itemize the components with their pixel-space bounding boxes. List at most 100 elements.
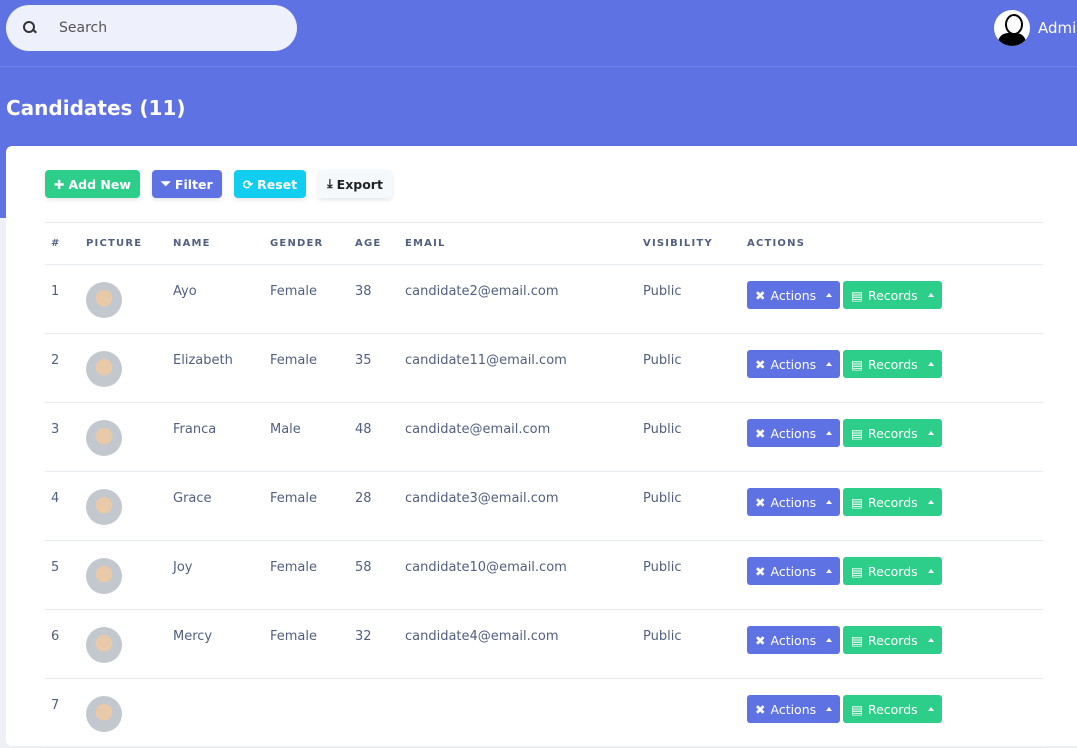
export-label: Export: [336, 176, 383, 192]
avatar: [994, 10, 1030, 46]
col-gender: GENDER: [264, 222, 349, 265]
refresh-icon: ⟳: [242, 176, 254, 192]
book-icon: ▤: [851, 563, 863, 579]
col-number: #: [45, 222, 80, 265]
actions-cell: ✖ Actions ▤ Records: [741, 333, 1043, 403]
records-dropdown-button[interactable]: ▤ Records: [843, 695, 942, 723]
picture-cell: [80, 402, 167, 472]
picture-cell: [80, 471, 167, 541]
candidate-email: candidate@email.com: [399, 402, 637, 472]
records-dropdown-button[interactable]: ▤ Records: [843, 419, 942, 447]
candidate-email: candidate4@email.com: [399, 609, 637, 679]
row-number: 6: [45, 609, 80, 679]
caret-up-icon: [927, 293, 934, 297]
actions-label: Actions: [770, 632, 817, 648]
records-dropdown-button[interactable]: ▤ Records: [843, 557, 942, 585]
col-picture: PICTURE: [80, 222, 167, 265]
download-icon: ⤓: [327, 176, 333, 191]
candidate-visibility: Public: [637, 333, 741, 403]
picture-cell: [80, 609, 167, 679]
candidate-picture: [86, 489, 122, 525]
table-row: 3 Franca Male 48 candidate@email.com Pub…: [45, 402, 1043, 472]
caret-up-icon: [826, 569, 833, 573]
candidate-picture: [86, 627, 122, 663]
actions-dropdown-button[interactable]: ✖ Actions: [747, 557, 841, 585]
plus-icon: ✚: [54, 176, 65, 192]
candidate-picture: [86, 351, 122, 387]
actions-label: Actions: [770, 356, 817, 372]
candidate-picture: [86, 696, 122, 732]
caret-up-icon: [927, 707, 934, 711]
filter-button[interactable]: ⏷ Filter: [151, 170, 222, 198]
actions-label: Actions: [770, 425, 817, 441]
records-dropdown-button[interactable]: ▤ Records: [843, 350, 942, 378]
caret-up-icon: [826, 500, 833, 504]
picture-cell: [80, 678, 167, 748]
candidate-name: [167, 678, 264, 748]
caret-up-icon: [826, 638, 833, 642]
picture-cell: [80, 264, 167, 334]
caret-up-icon: [826, 293, 833, 297]
user-menu[interactable]: Admin: [994, 10, 1077, 46]
reset-button[interactable]: ⟳ Reset: [233, 170, 307, 198]
table-row: 5 Joy Female 58 candidate10@email.com Pu…: [45, 540, 1043, 610]
table-row: 4 Grace Female 28 candidate3@email.com P…: [45, 471, 1043, 541]
add-new-button[interactable]: ✚ Add New: [45, 170, 140, 198]
actions-dropdown-button[interactable]: ✖ Actions: [747, 419, 841, 447]
row-number: 5: [45, 540, 80, 610]
reset-label: Reset: [257, 176, 298, 192]
actions-dropdown-button[interactable]: ✖ Actions: [747, 488, 841, 516]
candidate-picture: [86, 420, 122, 456]
picture-cell: [80, 333, 167, 403]
row-number: 3: [45, 402, 80, 472]
candidates-table: # PICTURE NAME GENDER AGE EMAIL VISIBILI…: [45, 222, 1043, 748]
actions-cell: ✖ Actions ▤ Records: [741, 540, 1043, 610]
candidate-age: 32: [349, 609, 399, 679]
book-icon: ▤: [851, 632, 863, 648]
records-label: Records: [867, 632, 918, 648]
records-dropdown-button[interactable]: ▤ Records: [843, 626, 942, 654]
book-icon: ▤: [851, 425, 863, 441]
col-actions: ACTIONS: [741, 222, 1043, 265]
candidate-gender: [264, 678, 349, 748]
records-label: Records: [867, 494, 918, 510]
candidate-gender: Female: [264, 471, 349, 541]
candidate-gender: Female: [264, 333, 349, 403]
actions-dropdown-button[interactable]: ✖ Actions: [747, 695, 841, 723]
tools-icon: ✖: [755, 632, 766, 648]
actions-cell: ✖ Actions ▤ Records: [741, 609, 1043, 679]
candidate-age: 38: [349, 264, 399, 334]
candidate-gender: Female: [264, 264, 349, 334]
tools-icon: ✖: [755, 356, 766, 372]
records-label: Records: [867, 287, 918, 303]
records-label: Records: [867, 425, 918, 441]
candidate-visibility: Public: [637, 471, 741, 541]
row-number: 1: [45, 264, 80, 334]
actions-dropdown-button[interactable]: ✖ Actions: [747, 626, 841, 654]
candidate-email: candidate2@email.com: [399, 264, 637, 334]
candidate-age: 58: [349, 540, 399, 610]
table-row: 2 Elizabeth Female 35 candidate11@email.…: [45, 333, 1043, 403]
actions-dropdown-button[interactable]: ✖ Actions: [747, 350, 841, 378]
records-dropdown-button[interactable]: ▤ Records: [843, 488, 942, 516]
records-label: Records: [867, 701, 918, 717]
search-placeholder: Search: [59, 20, 108, 36]
candidate-name: Mercy: [167, 609, 264, 679]
actions-dropdown-button[interactable]: ✖ Actions: [747, 281, 841, 309]
actions-cell: ✖ Actions ▤ Records: [741, 678, 1043, 748]
records-dropdown-button[interactable]: ▤ Records: [843, 281, 942, 309]
row-number: 7: [45, 678, 80, 748]
page-title: Candidates (11): [6, 96, 186, 120]
table-row: 7 ✖ Actions ▤ Records: [45, 678, 1043, 748]
records-label: Records: [867, 563, 918, 579]
candidate-picture: [86, 558, 122, 594]
candidate-name: Ayo: [167, 264, 264, 334]
candidate-visibility: Public: [637, 402, 741, 472]
book-icon: ▤: [851, 287, 863, 303]
table-row: 6 Mercy Female 32 candidate4@email.com P…: [45, 609, 1043, 679]
caret-up-icon: [826, 431, 833, 435]
tools-icon: ✖: [755, 425, 766, 441]
search-input[interactable]: Search: [6, 5, 297, 51]
candidate-visibility: Public: [637, 540, 741, 610]
export-button[interactable]: ⤓ Export: [318, 170, 392, 198]
